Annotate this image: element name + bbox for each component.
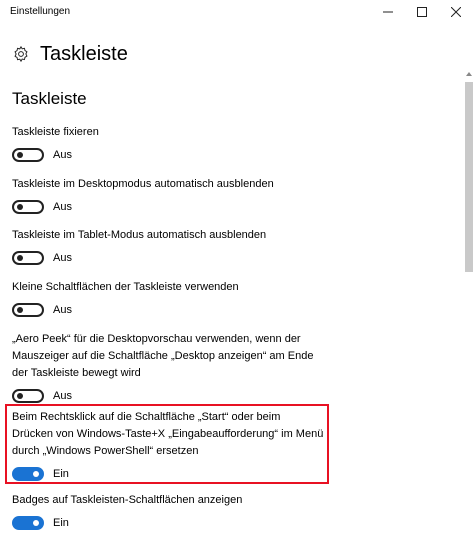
toggle-state: Aus <box>53 390 72 402</box>
setting-autohide-tablet: Taskleiste im Tablet-Modus automatisch a… <box>12 227 332 268</box>
window-title: Einstellungen <box>10 6 71 17</box>
scrollbar-thumb[interactable] <box>465 82 473 272</box>
scroll-up-icon[interactable] <box>466 72 472 76</box>
setting-label: Badges auf Taskleisten-Schaltflächen anz… <box>12 494 243 506</box>
toggle-knob <box>33 471 39 477</box>
toggle-knob <box>17 204 23 210</box>
toggle-state: Aus <box>53 304 72 316</box>
setting-small-buttons: Kleine Schaltflächen der Taskleiste verw… <box>12 279 332 320</box>
toggle-knob <box>17 255 23 261</box>
maximize-button[interactable] <box>404 0 440 24</box>
toggle-knob <box>17 393 23 399</box>
toggle-switch[interactable] <box>12 516 44 530</box>
toggle-switch[interactable] <box>12 200 44 214</box>
toggle-state: Aus <box>53 252 72 264</box>
toggle-knob <box>17 152 23 158</box>
section-title: Taskleiste <box>12 89 87 108</box>
toggle-state: Ein <box>53 468 69 480</box>
close-icon <box>451 7 461 17</box>
setting-powershell: Beim Rechtsklick auf die Schaltfläche „S… <box>12 409 324 484</box>
toggle-switch[interactable] <box>12 148 44 162</box>
toggle-state: Ein <box>53 517 69 529</box>
toggle-switch[interactable] <box>12 303 44 317</box>
setting-label: Taskleiste im Tablet-Modus automatisch a… <box>12 229 267 241</box>
toggle-state: Aus <box>53 201 72 213</box>
scrollbar[interactable] <box>464 72 474 520</box>
toggle-switch[interactable] <box>12 467 44 481</box>
setting-aero-peek: „Aero Peek“ für die Desktopvorschau verw… <box>12 331 332 406</box>
setting-label: Taskleiste fixieren <box>12 126 99 138</box>
page-header: Taskleiste <box>12 40 128 68</box>
toggle-knob <box>33 520 39 526</box>
setting-label: Beim Rechtsklick auf die Schaltfläche „S… <box>12 411 324 457</box>
minimize-button[interactable] <box>370 0 406 24</box>
page-title: Taskleiste <box>40 42 128 65</box>
setting-label: „Aero Peek“ für die Desktopvorschau verw… <box>12 333 314 379</box>
setting-label: Kleine Schaltflächen der Taskleiste verw… <box>12 281 239 293</box>
setting-badges: Badges auf Taskleisten-Schaltflächen anz… <box>12 492 332 533</box>
toggle-state: Aus <box>53 149 72 161</box>
setting-label: Taskleiste im Desktopmodus automatisch a… <box>12 178 274 190</box>
toggle-switch[interactable] <box>12 251 44 265</box>
setting-lock-taskbar: Taskleiste fixieren Aus <box>12 124 332 165</box>
gear-icon <box>14 45 28 63</box>
maximize-icon <box>417 7 427 17</box>
toggle-knob <box>17 307 23 313</box>
minimize-icon <box>383 11 393 13</box>
title-bar: Einstellungen <box>0 0 474 24</box>
setting-autohide-desktop: Taskleiste im Desktopmodus automatisch a… <box>12 176 332 217</box>
close-button[interactable] <box>438 0 474 24</box>
toggle-switch[interactable] <box>12 389 44 403</box>
